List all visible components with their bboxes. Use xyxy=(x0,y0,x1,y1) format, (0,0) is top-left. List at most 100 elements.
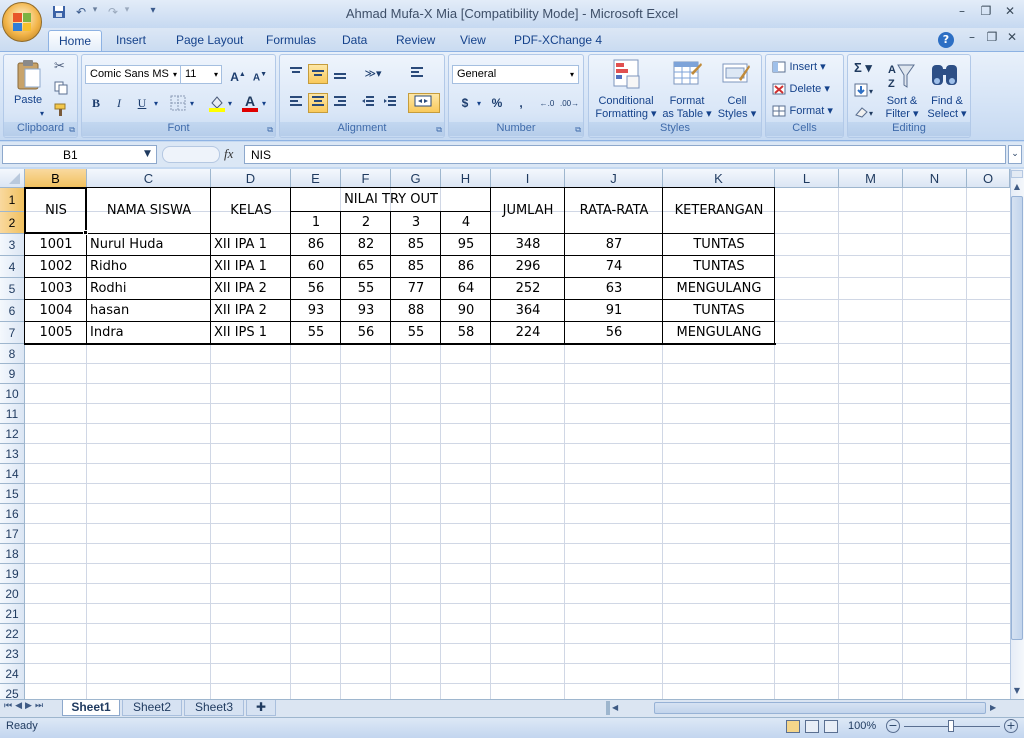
minimize-button[interactable]: – xyxy=(950,4,974,22)
cell-jumlah[interactable]: 296 xyxy=(494,256,562,278)
fill-color-dropdown-icon[interactable]: ▾ xyxy=(228,99,232,108)
column-header[interactable]: I xyxy=(491,169,565,188)
tab-review[interactable]: Review xyxy=(386,30,445,52)
align-right-icon[interactable] xyxy=(330,93,350,113)
number-launcher-icon[interactable]: ⧉ xyxy=(575,125,581,135)
cell-n3[interactable]: 55 xyxy=(394,322,438,344)
cell-n3[interactable]: 88 xyxy=(394,300,438,322)
copy-icon[interactable] xyxy=(54,81,68,98)
scroll-left-icon[interactable]: ◀ xyxy=(612,701,622,715)
cell-rata[interactable]: 63 xyxy=(568,278,660,300)
cell-styles-icon[interactable] xyxy=(721,59,751,92)
cell-nis[interactable]: 1004 xyxy=(28,300,84,322)
row-header[interactable]: 11 xyxy=(0,404,25,424)
comma-button[interactable]: , xyxy=(511,93,531,113)
row-header[interactable]: 17 xyxy=(0,524,25,544)
grow-font-icon[interactable]: A▲ xyxy=(228,64,248,84)
cell-header-n2[interactable]: 2 xyxy=(344,212,388,234)
find-select-icon[interactable] xyxy=(930,59,960,92)
delete-cells-button[interactable]: Delete ▾ xyxy=(772,82,842,98)
vscroll-thumb[interactable] xyxy=(1011,196,1023,640)
row-header[interactable]: 9 xyxy=(0,364,25,384)
column-header[interactable]: C xyxy=(87,169,211,188)
cell-header-nilai[interactable]: NILAI TRY OUT xyxy=(294,188,488,212)
conditional-formatting-icon[interactable] xyxy=(613,59,641,92)
cell-header-rata[interactable]: RATA-RATA xyxy=(568,188,660,234)
formula-bar-splitter[interactable] xyxy=(162,146,220,163)
cell-nis[interactable]: 1001 xyxy=(28,234,84,256)
cell-n1[interactable]: 56 xyxy=(294,278,338,300)
cell-n3[interactable]: 85 xyxy=(394,256,438,278)
cell-nama[interactable]: Nurul Huda xyxy=(90,234,208,256)
font-color-icon[interactable]: A xyxy=(240,93,260,113)
name-box-dropdown-icon[interactable]: ▼ xyxy=(144,149,151,159)
sheet-tab[interactable]: Sheet2 xyxy=(122,700,182,716)
percent-button[interactable]: % xyxy=(487,93,507,113)
column-header[interactable]: D xyxy=(211,169,291,188)
align-bottom-icon[interactable] xyxy=(330,64,350,84)
italic-button[interactable]: I xyxy=(109,93,129,113)
cell-header-n1[interactable]: 1 xyxy=(294,212,338,234)
currency-dropdown-icon[interactable]: ▾ xyxy=(477,99,481,108)
cell-n1[interactable]: 93 xyxy=(294,300,338,322)
row-header[interactable]: 20 xyxy=(0,584,25,604)
bold-button[interactable]: B xyxy=(86,93,106,113)
select-all-corner[interactable] xyxy=(0,169,25,188)
format-as-table-button[interactable]: Format as Table ▾ xyxy=(659,95,715,121)
office-button[interactable] xyxy=(2,2,42,42)
fill-color-icon[interactable] xyxy=(208,94,226,115)
merge-center-icon[interactable] xyxy=(408,93,440,113)
font-size-select[interactable]: 11 ▾ xyxy=(180,65,222,84)
expand-formula-bar-icon[interactable]: ⌄ xyxy=(1008,145,1022,164)
underline-button[interactable]: U xyxy=(132,93,152,113)
row-header[interactable]: 10 xyxy=(0,384,25,404)
row-header[interactable]: 3 xyxy=(0,234,25,256)
column-header[interactable]: J xyxy=(565,169,663,188)
font-color-dropdown-icon[interactable]: ▾ xyxy=(262,99,266,108)
cell-rata[interactable]: 56 xyxy=(568,322,660,344)
ribbon-close-button[interactable]: ✕ xyxy=(1000,30,1024,48)
row-header[interactable]: 22 xyxy=(0,624,25,644)
cell-n2[interactable]: 93 xyxy=(344,300,388,322)
row-header[interactable]: 18 xyxy=(0,544,25,564)
cell-ket[interactable]: TUNTAS xyxy=(666,234,772,256)
fill-icon[interactable]: ▾ xyxy=(854,83,876,100)
row-header[interactable]: 19 xyxy=(0,564,25,584)
decrease-indent-icon[interactable] xyxy=(358,93,378,113)
page-break-view-icon[interactable] xyxy=(824,720,838,733)
cell-header-ket[interactable]: KETERANGAN xyxy=(666,188,772,234)
page-layout-view-icon[interactable] xyxy=(805,720,819,733)
align-center-icon[interactable] xyxy=(308,93,328,113)
tab-pdf-xchange[interactable]: PDF-XChange 4 xyxy=(504,30,612,52)
tab-insert[interactable]: Insert xyxy=(106,30,156,52)
cell-header-n3[interactable]: 3 xyxy=(394,212,438,234)
sheet-tab[interactable]: Sheet3 xyxy=(184,700,244,716)
row-header[interactable]: 8 xyxy=(0,344,25,364)
cell-n2[interactable]: 56 xyxy=(344,322,388,344)
cell-jumlah[interactable]: 252 xyxy=(494,278,562,300)
paste-dropdown-icon[interactable]: ▾ xyxy=(40,109,44,118)
cell-nama[interactable]: Indra xyxy=(90,322,208,344)
restore-button[interactable]: ❐ xyxy=(974,4,998,22)
hscroll-thumb[interactable] xyxy=(654,702,986,714)
number-format-select[interactable]: General ▾ xyxy=(452,65,579,84)
column-header[interactable]: O xyxy=(967,169,1010,188)
cell-n2[interactable]: 55 xyxy=(344,278,388,300)
row-header[interactable]: 2 xyxy=(0,212,25,234)
cell-kelas[interactable]: XII IPS 1 xyxy=(214,322,288,344)
paste-icon[interactable] xyxy=(16,59,42,91)
cell-jumlah[interactable]: 364 xyxy=(494,300,562,322)
format-as-table-icon[interactable] xyxy=(673,59,703,92)
cell-nis[interactable]: 1002 xyxy=(28,256,84,278)
column-header[interactable]: M xyxy=(839,169,903,188)
row-header[interactable]: 15 xyxy=(0,484,25,504)
cell-n2[interactable]: 82 xyxy=(344,234,388,256)
align-middle-icon[interactable] xyxy=(308,64,328,84)
cell-nama[interactable]: Rodhi xyxy=(90,278,208,300)
cell-kelas[interactable]: XII IPA 2 xyxy=(214,278,288,300)
cell-kelas[interactable]: XII IPA 2 xyxy=(214,300,288,322)
cell-header-kelas[interactable]: KELAS xyxy=(214,188,288,234)
cell-nis[interactable]: 1003 xyxy=(28,278,84,300)
cell-n4[interactable]: 90 xyxy=(444,300,488,322)
close-button[interactable]: ✕ xyxy=(998,4,1022,22)
